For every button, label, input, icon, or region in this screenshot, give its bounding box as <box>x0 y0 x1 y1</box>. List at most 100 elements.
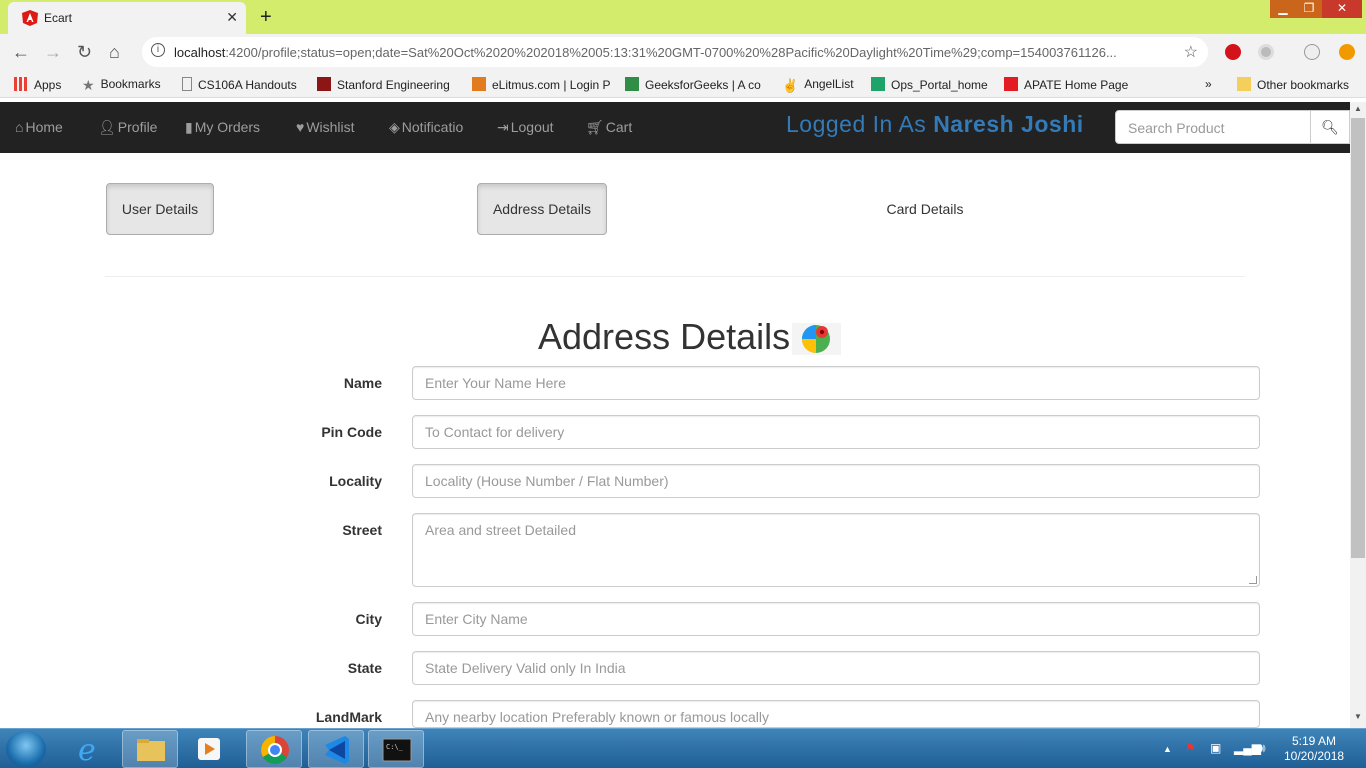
user-details-button[interactable]: User Details <box>106 183 214 235</box>
scroll-thumb[interactable] <box>1351 118 1365 558</box>
pin-code-label: Pin Code <box>321 424 382 440</box>
bookmark-angellist[interactable]: ✌ AngelList <box>782 77 854 93</box>
landmark-field[interactable]: Any nearby location Preferably known or … <box>412 700 1260 728</box>
apate-icon <box>1004 77 1018 91</box>
search-icon: 🔍︎ <box>1321 119 1339 135</box>
address-bar[interactable]: i localhost:4200/profile;status=open;dat… <box>142 37 1208 67</box>
star-icon: ★ <box>82 77 95 93</box>
resize-grip-icon[interactable] <box>1249 576 1257 584</box>
user-name: Naresh Joshi <box>933 111 1084 137</box>
nav-wishlist[interactable]: ♥ Wishlist <box>296 119 355 135</box>
device-icon[interactable]: ▣ <box>1210 741 1221 755</box>
tab-close-icon[interactable]: ✕ <box>226 9 238 26</box>
address-details-button[interactable]: Address Details <box>477 183 607 235</box>
heart-icon: ♥ <box>296 119 305 135</box>
page-title: Address Details <box>538 316 791 357</box>
back-icon[interactable]: ← <box>12 42 30 63</box>
new-tab-icon[interactable]: + <box>260 6 272 29</box>
gfg-icon <box>625 77 639 91</box>
page-scrollbar[interactable]: ▲ ▼ <box>1350 102 1366 728</box>
cart-icon: 🛒︎ <box>586 119 604 135</box>
url-text[interactable]: localhost:4200/profile;status=open;date=… <box>174 45 1169 60</box>
landmark-label: LandMark <box>315 709 382 725</box>
city-field[interactable]: Enter City Name <box>412 602 1260 636</box>
file-explorer-icon[interactable] <box>122 730 178 768</box>
nav-profile[interactable]: 👤︎ Profile <box>98 119 157 136</box>
bookmark-ops-portal[interactable]: Ops_Portal_home <box>871 77 988 92</box>
forward-icon[interactable]: → <box>44 42 62 63</box>
bookmark-apate[interactable]: APATE Home Page <box>1004 77 1128 92</box>
network-icon[interactable]: ▂▄▆ <box>1234 741 1261 755</box>
home-icon[interactable]: ⌂ <box>109 42 120 63</box>
sharepoint-icon <box>871 77 885 91</box>
user-icon: 👤︎ <box>98 119 116 135</box>
street-textarea[interactable]: Area and street Detailed <box>412 513 1260 587</box>
search-button[interactable]: 🔍︎ <box>1310 110 1350 144</box>
taskbar-clock[interactable]: 5:19 AM 10/20/2018 <box>1284 734 1344 764</box>
scroll-down-icon[interactable]: ▼ <box>1350 712 1366 726</box>
chrome-taskbar-icon[interactable] <box>246 730 302 768</box>
nav-home[interactable]: ⌂ Home <box>15 119 63 135</box>
nav-my-orders[interactable]: ▮ My Orders <box>185 119 260 136</box>
action-center-icon[interactable]: ⚑ <box>1185 741 1196 755</box>
name-field[interactable]: Enter Your Name Here <box>412 366 1260 400</box>
card-details-link[interactable]: Card Details <box>860 201 990 217</box>
nav-cart[interactable]: 🛒︎ Cart <box>586 119 632 136</box>
bookmark-bookmarks[interactable]: ★ Bookmarks <box>82 77 161 93</box>
state-label: State <box>347 660 382 676</box>
opera-extension-icon[interactable] <box>1225 44 1241 60</box>
soccer-extension-icon[interactable] <box>1304 44 1320 60</box>
locality-field[interactable]: Locality (House Number / Flat Number) <box>412 464 1260 498</box>
bookmarks-overflow[interactable]: » <box>1205 77 1212 91</box>
locality-label: Locality <box>329 473 382 489</box>
internet-explorer-icon[interactable]: e <box>62 730 118 768</box>
folder-icon <box>1237 77 1251 91</box>
info-icon[interactable]: i <box>151 43 165 57</box>
book-icon: ▮ <box>185 119 193 135</box>
vscode-icon[interactable] <box>308 730 364 768</box>
bookmark-cs106a[interactable]: CS106A Handouts <box>182 77 297 92</box>
tags-icon: ◈ <box>389 119 400 135</box>
restore-button[interactable]: ❐ <box>1296 0 1322 18</box>
nav-logout[interactable]: ⇥ Logout <box>497 119 554 136</box>
chrome-menu-icon[interactable] <box>1339 44 1355 60</box>
bookmark-apps[interactable]: Apps <box>14 77 61 92</box>
apps-grid-icon <box>14 77 28 91</box>
svg-text:e: e <box>78 733 96 768</box>
bookmark-star-icon[interactable]: ☆ <box>1184 42 1198 62</box>
bookmark-geeksforgeeks[interactable]: GeeksforGeeks | A co <box>625 77 761 92</box>
media-player-icon[interactable] <box>182 730 238 768</box>
logged-in-status: Logged In As Naresh Joshi <box>786 111 1084 137</box>
browser-tab-strip: Ecart ✕ + ▁ ❐ ✕ <box>0 0 1366 34</box>
elitmus-icon <box>472 77 486 91</box>
nav-notifications[interactable]: ◈ Notificatio <box>389 119 463 136</box>
browser-toolbar: ← → ↻ ⌂ i localhost:4200/profile;status=… <box>0 34 1366 70</box>
windows-taskbar: e C:\_ ▲ ⚑ ▣ ▂▄▆ 🔊︎ 5:19 AM 10/20/2018 <box>0 728 1366 768</box>
street-label: Street <box>342 522 382 538</box>
app-navbar: ⌂ Home 👤︎ Profile ▮ My Orders ♥ Wishlist ◈ No… <box>0 102 1350 153</box>
extension-icon[interactable] <box>1258 44 1274 60</box>
other-bookmarks[interactable]: Other bookmarks <box>1237 77 1349 92</box>
show-hidden-icons[interactable]: ▲ <box>1163 744 1172 754</box>
scroll-up-icon[interactable]: ▲ <box>1350 104 1366 118</box>
window-close-button[interactable]: ✕ <box>1322 0 1362 18</box>
name-label: Name <box>343 375 382 391</box>
volume-icon[interactable]: 🔊︎ <box>1258 741 1266 756</box>
search-input[interactable]: Search Product <box>1115 110 1311 144</box>
reload-icon[interactable]: ↻ <box>77 42 92 63</box>
stanford-icon <box>317 77 331 91</box>
home-icon: ⌂ <box>15 119 24 135</box>
angellist-icon: ✌ <box>782 78 799 93</box>
command-prompt-icon[interactable]: C:\_ <box>368 730 424 768</box>
map-icon <box>792 323 841 355</box>
divider <box>105 276 1245 277</box>
bookmark-stanford[interactable]: Stanford Engineering <box>317 77 450 92</box>
state-field[interactable]: State Delivery Valid only In India <box>412 651 1260 685</box>
page-icon <box>182 77 192 91</box>
start-button[interactable] <box>6 731 46 767</box>
pin-code-field[interactable]: To Contact for delivery <box>412 415 1260 449</box>
svg-text:C:\_: C:\_ <box>386 743 404 751</box>
minimize-button[interactable]: ▁ <box>1270 0 1296 18</box>
bookmark-elitmus[interactable]: eLitmus.com | Login P <box>472 77 611 92</box>
browser-tab[interactable]: Ecart ✕ <box>8 2 246 34</box>
